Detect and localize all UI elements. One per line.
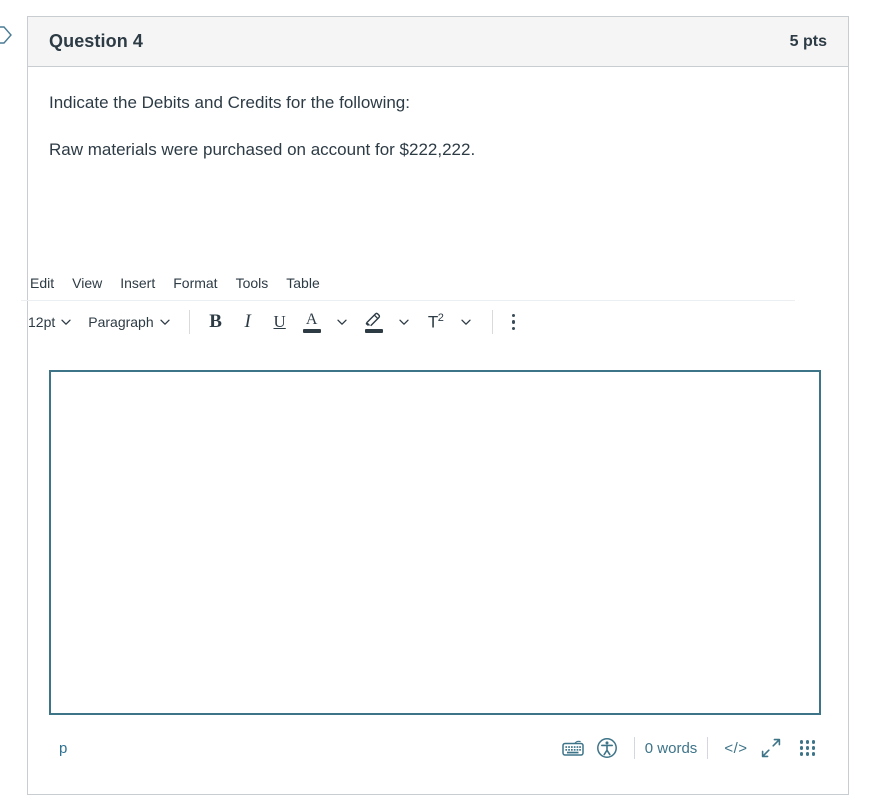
- underline-button[interactable]: U: [265, 308, 295, 336]
- chevron-down-icon: [460, 316, 472, 328]
- toolbar-divider: [188, 310, 190, 334]
- question-body: Indicate the Debits and Credits for the …: [28, 67, 848, 162]
- word-count[interactable]: 0 words: [645, 740, 698, 757]
- chevron-down-icon: [159, 316, 171, 328]
- text-color-control: A: [297, 308, 357, 336]
- italic-icon: I: [244, 311, 251, 332]
- quiz-question-screen: Question 4 5 pts Indicate the Debits and…: [0, 0, 869, 808]
- text-color-button[interactable]: A: [297, 308, 327, 336]
- highlighter-pen-icon: [363, 312, 385, 333]
- italic-button[interactable]: I: [233, 308, 263, 336]
- block-format-select[interactable]: Paragraph: [81, 308, 177, 336]
- editor-toolbar: 12pt Paragraph B I U A T2: [21, 301, 795, 344]
- toolbar-divider: [491, 310, 493, 334]
- highlighter-button[interactable]: [359, 308, 389, 336]
- html-editor-button[interactable]: </>: [718, 740, 753, 757]
- menu-edit[interactable]: Edit: [21, 272, 63, 294]
- superscript-dropdown[interactable]: [451, 308, 481, 336]
- highlight-color-dropdown[interactable]: [389, 308, 419, 336]
- superscript-control: T2: [421, 308, 481, 336]
- menu-format[interactable]: Format: [164, 272, 226, 294]
- answer-rich-text-area[interactable]: [49, 370, 821, 715]
- highlight-color-swatch: [364, 328, 383, 333]
- superscript-exponent: 2: [437, 311, 444, 324]
- highlight-color-control: [359, 308, 419, 336]
- keyboard-shortcuts-icon[interactable]: [556, 733, 590, 763]
- more-options-kebab-icon[interactable]: [504, 308, 524, 336]
- element-path-indicator[interactable]: p: [49, 740, 67, 757]
- menu-insert[interactable]: Insert: [111, 272, 164, 294]
- question-points: 5 pts: [789, 32, 827, 50]
- text-color-letter: A: [305, 310, 318, 328]
- superscript-icon: T2: [428, 312, 444, 333]
- editor-status-bar: p 0 words </>: [49, 728, 821, 768]
- underline-icon: U: [273, 312, 286, 331]
- accessibility-checker-icon[interactable]: [590, 733, 624, 763]
- rich-content-editor: Edit View Insert Format Tools Table 12pt…: [21, 268, 795, 344]
- bold-button[interactable]: B: [201, 308, 231, 336]
- page-title: Question 4: [49, 31, 144, 51]
- bold-icon: B: [209, 311, 222, 332]
- text-color-icon: A: [301, 310, 323, 333]
- resize-grip-icon[interactable]: [799, 740, 815, 756]
- superscript-base: T: [427, 312, 438, 332]
- fullscreen-expand-icon[interactable]: [754, 733, 788, 763]
- superscript-button[interactable]: T2: [421, 308, 451, 336]
- text-color-dropdown[interactable]: [327, 308, 357, 336]
- menu-table[interactable]: Table: [277, 272, 328, 294]
- arrow-pointer-marker-icon: [0, 22, 14, 48]
- question-header: Question 4 5 pts: [28, 17, 848, 67]
- status-divider: [633, 737, 635, 759]
- editor-menubar: Edit View Insert Format Tools Table: [21, 268, 795, 301]
- font-size-select[interactable]: 12pt: [21, 308, 79, 336]
- question-prompt-line-2: Raw materials were purchased on account …: [49, 139, 476, 159]
- menu-view[interactable]: View: [63, 272, 111, 294]
- chevron-down-icon: [398, 316, 410, 328]
- chevron-down-icon: [336, 316, 348, 328]
- font-size-value: 12pt: [28, 314, 56, 330]
- question-prompt-line-1: Indicate the Debits and Credits for the …: [49, 93, 410, 112]
- chevron-down-icon: [60, 316, 72, 328]
- text-color-swatch: [302, 328, 321, 333]
- block-format-value: Paragraph: [88, 314, 154, 330]
- status-bar-tools: 0 words </>: [556, 733, 821, 763]
- status-divider: [707, 737, 709, 759]
- menu-tools[interactable]: Tools: [227, 272, 278, 294]
